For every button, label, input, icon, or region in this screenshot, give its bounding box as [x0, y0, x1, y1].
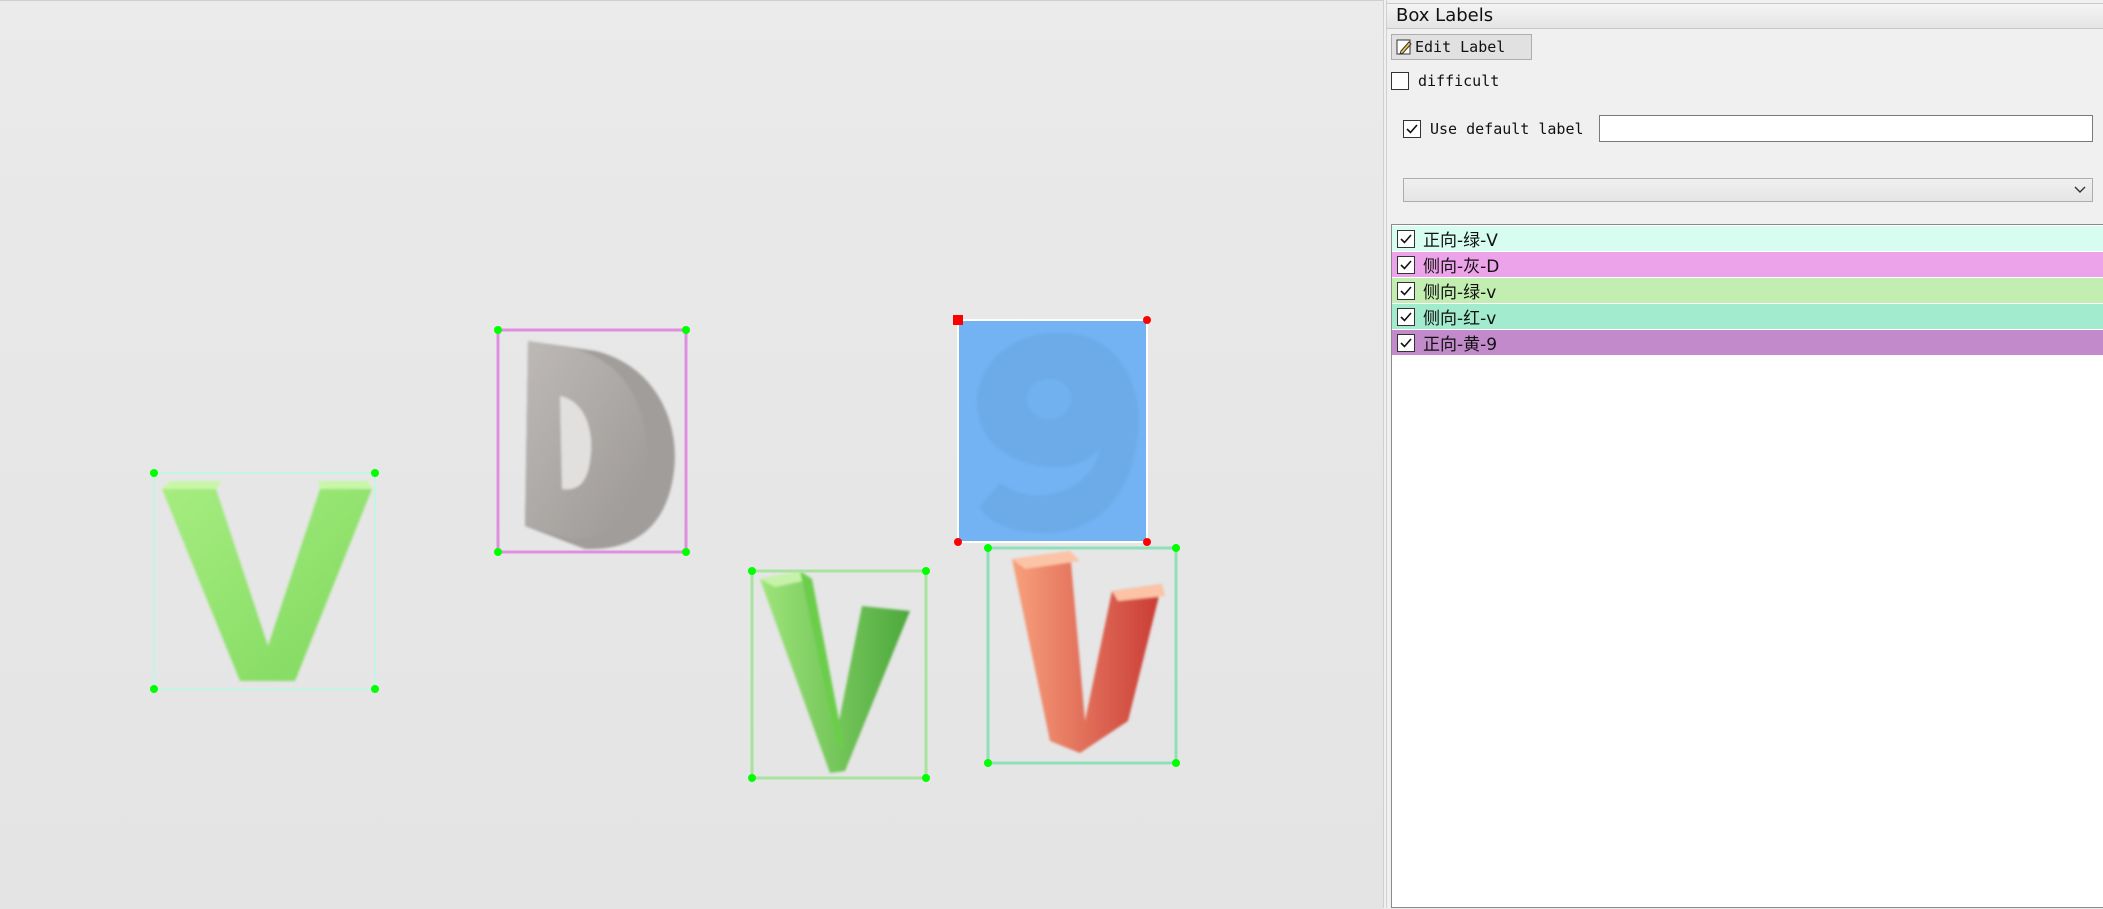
default-label-input[interactable] — [1599, 115, 2093, 142]
bbox-vertex[interactable] — [748, 774, 756, 782]
bbox-vertex[interactable] — [494, 548, 502, 556]
bbox-vertex[interactable] — [682, 326, 690, 334]
label-list-item-text: 侧向-绿-v — [1423, 283, 1497, 303]
bbox-vertex[interactable] — [150, 685, 158, 693]
chevron-down-icon — [2074, 186, 2086, 193]
canvas-svg[interactable] — [0, 1, 1383, 909]
label-combo-box[interactable] — [1403, 178, 2093, 202]
bbox-vertex[interactable] — [682, 548, 690, 556]
box-labels-dock: Box Labels Edit Label difficult Use defa… — [1387, 0, 2103, 908]
label-list-item-text: 侧向-灰-D — [1423, 257, 1500, 277]
label-visible-checkbox[interactable] — [1397, 333, 1415, 352]
bbox-vertex[interactable] — [371, 469, 379, 477]
glyph-red-v-side — [1012, 551, 1165, 753]
check-icon — [1400, 285, 1412, 296]
label-list[interactable]: 正向-绿-V 侧向-灰-D 侧向-绿-v 侧向-红-v 正向-黄-9 — [1391, 224, 2103, 908]
glyph-grey-d-side — [525, 341, 675, 550]
label-visible-checkbox[interactable] — [1397, 255, 1415, 274]
bbox-vertex[interactable] — [984, 544, 992, 552]
bbox-vertex[interactable] — [1143, 538, 1151, 546]
label-list-item[interactable]: 正向-黄-9 — [1392, 330, 2103, 355]
use-default-label-checkbox[interactable] — [1403, 120, 1421, 138]
bbox-front-yellow-9-selected[interactable] — [953, 315, 1151, 546]
bbox-vertex[interactable] — [954, 538, 962, 546]
label-list-item[interactable]: 侧向-灰-D — [1392, 252, 2103, 277]
check-icon — [1406, 124, 1418, 134]
label-list-item-text: 正向-黄-9 — [1423, 335, 1498, 355]
bbox-vertex[interactable] — [1172, 544, 1180, 552]
bbox-vertex[interactable] — [1143, 316, 1151, 324]
edit-label-text: Edit Label — [1415, 38, 1506, 56]
check-icon — [1400, 233, 1412, 244]
bbox-vertex[interactable] — [922, 567, 930, 575]
bbox-vertex[interactable] — [1172, 759, 1180, 767]
label-visible-checkbox[interactable] — [1397, 281, 1415, 300]
glyph-green-v-side — [760, 571, 910, 773]
edit-label-button[interactable]: Edit Label — [1391, 34, 1532, 60]
bbox-vertex[interactable] — [984, 759, 992, 767]
bbox-vertex[interactable] — [922, 774, 930, 782]
bbox-vertex[interactable] — [371, 685, 379, 693]
label-list-item[interactable]: 侧向-红-v — [1392, 304, 2103, 329]
check-icon — [1400, 259, 1412, 270]
bbox-vertex[interactable] — [150, 469, 158, 477]
label-list-item-text: 正向-绿-V — [1423, 231, 1498, 251]
label-list-item-text: 侧向-红-v — [1423, 309, 1497, 329]
label-list-item[interactable]: 正向-绿-V — [1392, 226, 2103, 251]
difficult-label: difficult — [1418, 72, 1500, 90]
use-default-label-text: Use default label — [1430, 120, 1584, 138]
image-canvas[interactable] — [0, 0, 1383, 909]
bbox-vertex-active[interactable] — [953, 315, 963, 325]
label-visible-checkbox[interactable] — [1397, 307, 1415, 326]
dock-title: Box Labels — [1387, 3, 2103, 29]
label-visible-checkbox[interactable] — [1397, 229, 1415, 248]
bbox-vertex[interactable] — [494, 326, 502, 334]
bbox-vertex[interactable] — [748, 567, 756, 575]
label-list-item[interactable]: 侧向-绿-v — [1392, 278, 2103, 303]
check-icon — [1400, 337, 1412, 348]
check-icon — [1400, 311, 1412, 322]
difficult-checkbox[interactable] — [1391, 72, 1409, 90]
glyph-green-v-front — [162, 481, 372, 681]
pencil-icon — [1395, 38, 1413, 56]
